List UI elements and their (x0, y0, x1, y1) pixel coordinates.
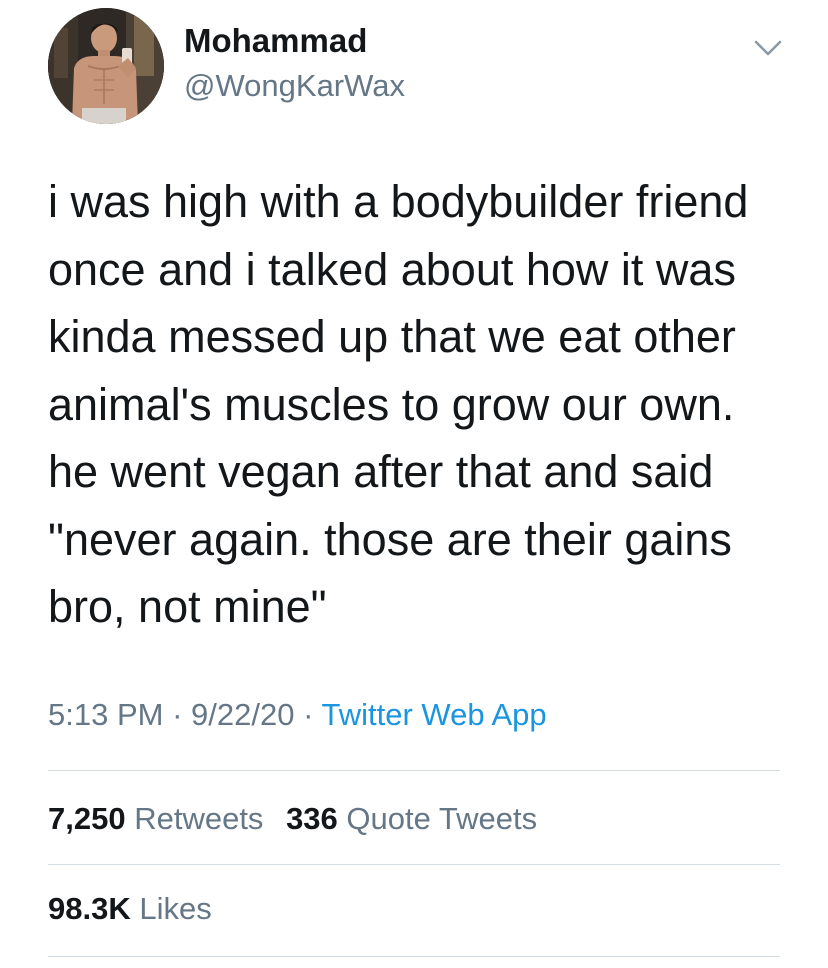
likes-stat[interactable]: 98.3K Likes (48, 891, 212, 926)
meta-separator: · (172, 697, 183, 732)
divider (48, 864, 780, 865)
tweet-time[interactable]: 5:13 PM (48, 697, 163, 732)
tweet-text-line: i was high with a bodybuilder friend (48, 176, 749, 227)
likes-label: Likes (139, 891, 212, 926)
tweet-detail: Mohammad @WongKarWax i was high with a b… (0, 0, 828, 968)
tweet-text: i was high with a bodybuilder friend onc… (48, 168, 818, 641)
chevron-down-icon[interactable] (748, 28, 788, 68)
tweet-text-line: bro, not mine" (48, 581, 327, 632)
divider (48, 770, 780, 771)
display-name[interactable]: Mohammad (184, 22, 367, 60)
likes-count: 98.3K (48, 891, 131, 926)
avatar[interactable] (48, 8, 164, 124)
tweet-text-line: "never again. those are their gains (48, 513, 732, 565)
tweet-metadata: 5:13 PM · 9/22/20 · Twitter Web App (48, 697, 547, 733)
tweet-date[interactable]: 9/22/20 (191, 697, 294, 732)
quote-tweets-count: 336 (286, 801, 338, 836)
quote-tweets-label: Quote Tweets (346, 801, 538, 836)
user-handle[interactable]: @WongKarWax (184, 68, 405, 104)
retweets-count: 7,250 (48, 801, 126, 836)
profile-photo-image (48, 8, 164, 124)
tweet-text-line: he went vegan after that and said (48, 446, 714, 497)
engagement-stats-row: 7,250 Retweets 336 Quote Tweets (48, 801, 551, 837)
tweet-text-line: animal's muscles to grow our own. (48, 378, 735, 430)
likes-stats-row: 98.3K Likes (48, 891, 226, 927)
retweets-stat[interactable]: 7,250 Retweets (48, 801, 263, 836)
quote-tweets-stat[interactable]: 336 Quote Tweets (286, 801, 537, 836)
meta-separator: · (303, 697, 314, 732)
divider (48, 956, 780, 957)
tweet-text-line: once and i talked about how it was (48, 243, 736, 295)
tweet-text-line: kinda messed up that we eat other (48, 311, 736, 362)
retweets-label: Retweets (134, 801, 264, 836)
tweet-source-link[interactable]: Twitter Web App (321, 697, 546, 732)
